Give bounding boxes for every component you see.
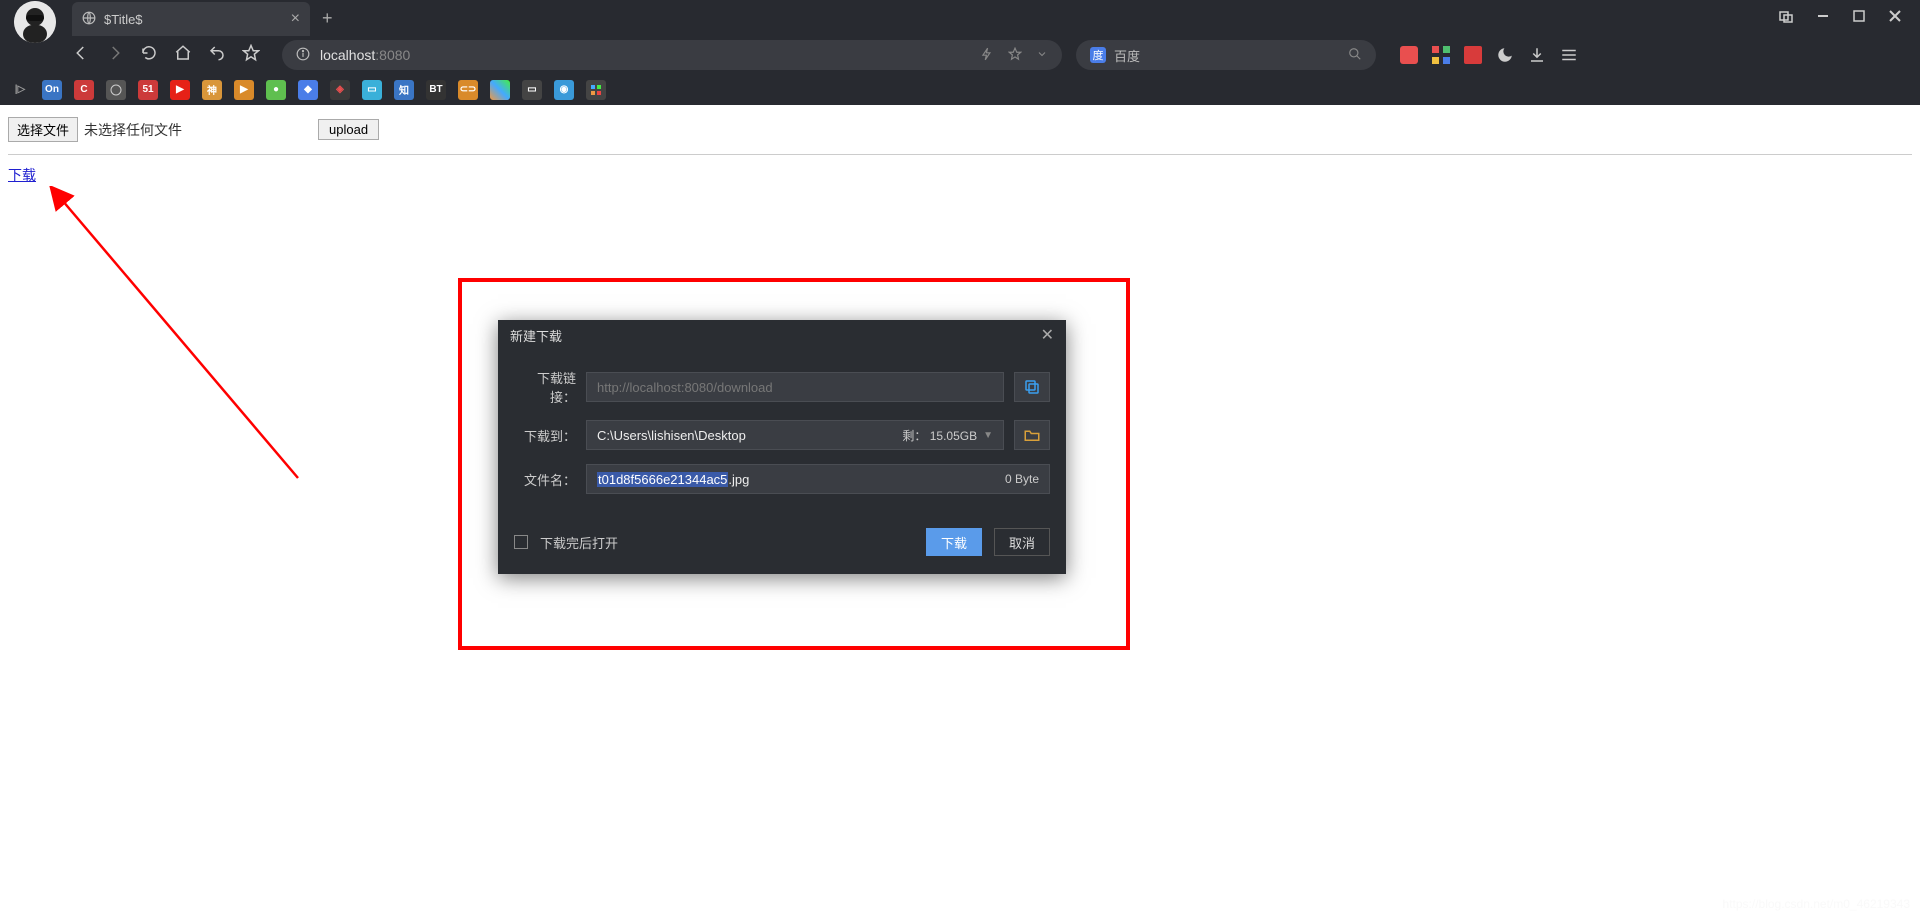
bookmark-item[interactable]: C xyxy=(74,80,94,100)
dark-mode-icon[interactable] xyxy=(1496,46,1514,64)
search-icon[interactable] xyxy=(1348,47,1362,64)
star-icon[interactable] xyxy=(242,44,260,67)
open-after-checkbox[interactable] xyxy=(514,535,528,549)
bookmark-item[interactable]: BT xyxy=(426,80,446,100)
url-input[interactable]: http://localhost:8080/download xyxy=(586,372,1004,402)
bookmark-item[interactable]: ◆ xyxy=(298,80,318,100)
bookmarks-bar: |▷ On C 51 ▶ 神 ▶ ● ◆ ◈ ▭ 知 BT ⊂⊃ ▭ ◉ xyxy=(0,74,1920,105)
close-window-icon[interactable] xyxy=(1888,9,1902,28)
bookmark-item[interactable]: On xyxy=(42,80,62,100)
menu-icon[interactable] xyxy=(1560,46,1578,64)
minimize-icon[interactable] xyxy=(1816,9,1830,28)
watermark: https://blog.csdn.net/m0_46219343 xyxy=(1723,897,1910,911)
flash-icon[interactable] xyxy=(980,47,994,64)
bookmark-item[interactable] xyxy=(586,80,606,100)
globe-icon xyxy=(82,11,96,28)
annotation-arrow xyxy=(48,186,308,486)
back-icon[interactable] xyxy=(72,44,90,67)
bookmark-item[interactable]: ● xyxy=(266,80,286,100)
path-label: 下载到： xyxy=(514,426,576,445)
bookmark-star-icon[interactable] xyxy=(1008,47,1022,64)
cancel-button[interactable]: 取消 xyxy=(994,528,1050,556)
address-bar[interactable]: localhost:8080 xyxy=(282,40,1062,70)
window-compact-icon[interactable] xyxy=(1778,9,1794,28)
dialog-close-icon[interactable]: ✕ xyxy=(1041,325,1054,345)
page-content: 选择文件 未选择任何文件 upload 下载 xyxy=(0,105,1920,193)
baidu-icon: 度 xyxy=(1090,47,1106,63)
forward-icon[interactable] xyxy=(106,44,124,67)
bookmark-item[interactable]: ▶ xyxy=(234,80,254,100)
bookmark-item[interactable]: ⊂⊃ xyxy=(458,80,478,100)
no-file-text: 未选择任何文件 xyxy=(84,120,182,140)
bookmark-item[interactable] xyxy=(106,80,126,100)
separator xyxy=(8,154,1912,155)
tab-close-icon[interactable]: × xyxy=(291,10,300,28)
url-port: :8080 xyxy=(375,47,410,63)
filename-input[interactable]: t01d8f5666e21344ac5.jpg 0 Byte xyxy=(586,464,1050,494)
maximize-icon[interactable] xyxy=(1852,9,1866,28)
reload-icon[interactable] xyxy=(140,44,158,67)
chevron-down-icon[interactable]: ▼ xyxy=(983,430,993,441)
extension-icons xyxy=(1400,46,1590,64)
bookmark-item[interactable]: ▶ xyxy=(170,80,190,100)
download-button[interactable]: 下载 xyxy=(926,528,982,556)
bookmark-show-icon[interactable]: |▷ xyxy=(10,80,30,100)
choose-file-button[interactable]: 选择文件 xyxy=(8,117,78,142)
browse-folder-button[interactable] xyxy=(1014,420,1050,450)
download-dialog: 新建下载 ✕ 下载链接： http://localhost:8080/downl… xyxy=(498,320,1066,574)
dialog-titlebar[interactable]: 新建下载 ✕ xyxy=(498,320,1066,350)
bookmark-item[interactable]: ◉ xyxy=(554,80,574,100)
home-icon[interactable] xyxy=(174,44,192,67)
bookmark-item[interactable]: ▭ xyxy=(362,80,382,100)
bookmark-item[interactable]: 51 xyxy=(138,80,158,100)
upload-button[interactable]: upload xyxy=(318,119,379,140)
open-after-label: 下载完后打开 xyxy=(540,533,618,552)
titlebar: $Title$ × + xyxy=(0,0,1920,36)
tab-title: $Title$ xyxy=(104,12,143,27)
copy-url-button[interactable] xyxy=(1014,372,1050,402)
nav-buttons xyxy=(72,44,260,67)
filesize-text: 0 Byte xyxy=(1005,472,1039,486)
ext-icon-pdf[interactable] xyxy=(1464,46,1482,64)
search-placeholder: 百度 xyxy=(1114,46,1140,65)
download-link[interactable]: 下载 xyxy=(8,167,36,183)
download-tray-icon[interactable] xyxy=(1528,46,1546,64)
upload-form: 选择文件 未选择任何文件 upload xyxy=(8,113,1912,152)
path-value: C:\Users\lishisen\Desktop xyxy=(597,428,746,443)
ext-icon-1[interactable] xyxy=(1400,46,1418,64)
path-input[interactable]: C:\Users\lishisen\Desktop 剩： 15.05GB ▼ xyxy=(586,420,1004,450)
window-controls xyxy=(1778,9,1920,28)
url-host: localhost xyxy=(320,47,375,63)
bookmark-item[interactable]: ◈ xyxy=(330,80,350,100)
search-bar[interactable]: 度 百度 xyxy=(1076,40,1376,70)
browser-toolbar: localhost:8080 度 百度 xyxy=(0,36,1920,74)
bookmark-item[interactable]: 知 xyxy=(394,80,414,100)
info-icon[interactable] xyxy=(296,47,310,64)
filename-label: 文件名： xyxy=(514,470,576,489)
new-tab-button[interactable]: + xyxy=(322,8,333,29)
bookmark-item[interactable]: 神 xyxy=(202,80,222,100)
bookmark-item[interactable]: ▭ xyxy=(522,80,542,100)
browser-tab[interactable]: $Title$ × xyxy=(72,2,310,36)
chevron-down-icon[interactable] xyxy=(1036,47,1048,64)
profile-avatar[interactable] xyxy=(14,1,56,43)
dialog-title: 新建下载 xyxy=(510,326,562,345)
ext-icon-grid[interactable] xyxy=(1432,46,1450,64)
bookmark-item[interactable] xyxy=(490,80,510,100)
undo-icon[interactable] xyxy=(208,44,226,67)
url-label: 下载链接： xyxy=(514,368,576,406)
browser-chrome: $Title$ × + xyxy=(0,0,1920,105)
